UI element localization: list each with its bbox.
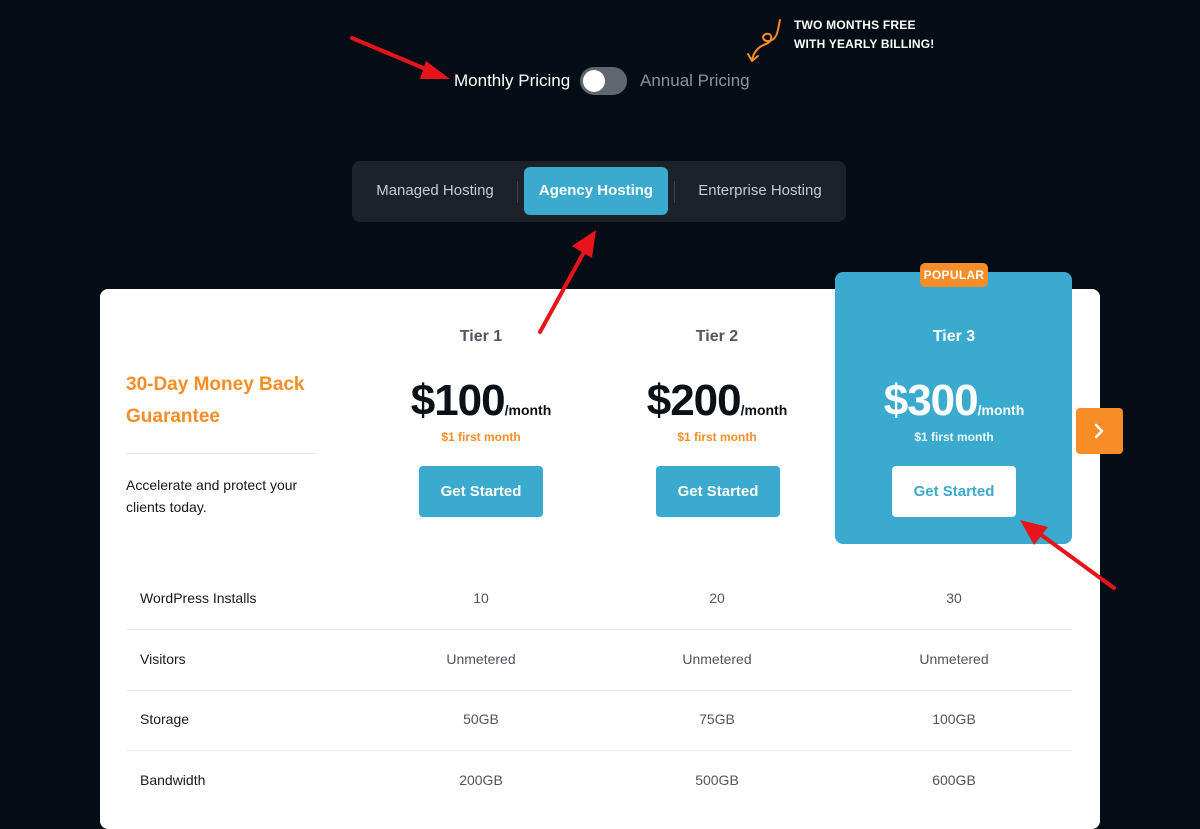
feature-value-tier-1: 50GB	[463, 711, 499, 727]
row-divider	[127, 750, 1072, 751]
tab-divider	[517, 181, 518, 203]
tier-1-name: Tier 1	[459, 328, 503, 345]
feature-name: Visitors	[140, 651, 186, 667]
feature-value-tier-3: 100GB	[932, 711, 976, 727]
feature-name: WordPress Installs	[140, 590, 257, 606]
tier-1-first-month: $1 first month	[441, 430, 521, 444]
feature-row-storage: Storage 50GB 75GB 100GB	[127, 691, 1072, 751]
chevron-right-icon	[1094, 423, 1104, 439]
feature-value-tier-1: 10	[473, 590, 489, 606]
guarantee-divider	[126, 453, 316, 454]
feature-name: Bandwidth	[140, 772, 206, 788]
feature-value-tier-3: 30	[946, 590, 962, 606]
feature-row-visitors: Visitors Unmetered Unmetered Unmetered	[127, 631, 1072, 691]
tier-2-first-month: $1 first month	[677, 430, 757, 444]
row-divider	[127, 629, 1072, 630]
tier-2-get-started-button[interactable]: Get Started	[656, 466, 780, 517]
tab-managed-hosting[interactable]: Managed Hosting	[368, 167, 502, 215]
promo-line-1: TWO MONTHS FREE	[794, 18, 916, 32]
tier-2-price: $200/month	[607, 376, 827, 432]
tier-1-price: $100/month	[371, 376, 591, 432]
tier-3-amount: $300	[883, 376, 979, 425]
promo-line-2: WITH YEARLY BILLING!	[794, 37, 935, 51]
annotation-arrowhead-icon	[420, 61, 450, 79]
guarantee-title-line-1: 30-Day Money Back	[126, 374, 305, 395]
feature-value-tier-2: 20	[709, 590, 725, 606]
tab-divider	[674, 181, 675, 203]
tier-1-period: /month	[504, 402, 552, 418]
guarantee-description: Accelerate and protect your clients toda…	[126, 477, 298, 515]
annotation-arrowhead-icon	[572, 230, 596, 258]
annual-pricing-label[interactable]: Annual Pricing	[640, 71, 750, 91]
guarantee-title-line-2: Guarantee	[126, 406, 220, 427]
guarantee-title: 30-Day Money Back Guarantee	[126, 369, 336, 433]
feature-value-tier-2: Unmetered	[682, 651, 752, 667]
tier-3-first-month: $1 first month	[914, 430, 994, 444]
feature-value-tier-2: 75GB	[699, 711, 735, 727]
next-plans-button[interactable]	[1076, 408, 1123, 454]
tier-1-amount: $100	[410, 376, 506, 425]
tier-3-name: Tier 3	[932, 328, 976, 345]
tier-3-period: /month	[977, 402, 1025, 418]
tier-2-amount: $200	[646, 376, 742, 425]
hosting-tabs: Managed Hosting Agency Hosting Enterpris…	[352, 161, 846, 222]
annotation-arrow-icon	[350, 36, 430, 72]
feature-value-tier-2: 500GB	[695, 772, 739, 788]
tab-agency-hosting[interactable]: Agency Hosting	[524, 167, 668, 215]
tier-2-period: /month	[740, 402, 788, 418]
feature-name: Storage	[140, 711, 190, 727]
feature-value-tier-1: 200GB	[459, 772, 503, 788]
popular-badge: POPULAR	[920, 263, 988, 287]
feature-row-bandwidth: Bandwidth 200GB 500GB 600GB	[127, 752, 1072, 812]
feature-row-wordpress-installs: WordPress Installs 10 20 30	[127, 570, 1072, 630]
monthly-pricing-label[interactable]: Monthly Pricing	[454, 71, 570, 91]
feature-value-tier-1: Unmetered	[446, 651, 516, 667]
tier-3-price: $300/month	[844, 376, 1064, 432]
squiggle-arrow-icon	[747, 19, 781, 62]
promo-text: TWO MONTHS FREE WITH YEARLY BILLING!	[794, 16, 934, 54]
tier-2-name: Tier 2	[695, 328, 739, 345]
tier-3-get-started-button[interactable]: Get Started	[892, 466, 1016, 517]
tier-1-get-started-button[interactable]: Get Started	[419, 466, 543, 517]
feature-value-tier-3: Unmetered	[919, 651, 989, 667]
tab-enterprise-hosting[interactable]: Enterprise Hosting	[686, 167, 834, 215]
billing-toggle[interactable]	[580, 67, 627, 95]
feature-value-tier-3: 600GB	[932, 772, 976, 788]
toggle-knob	[583, 70, 605, 92]
